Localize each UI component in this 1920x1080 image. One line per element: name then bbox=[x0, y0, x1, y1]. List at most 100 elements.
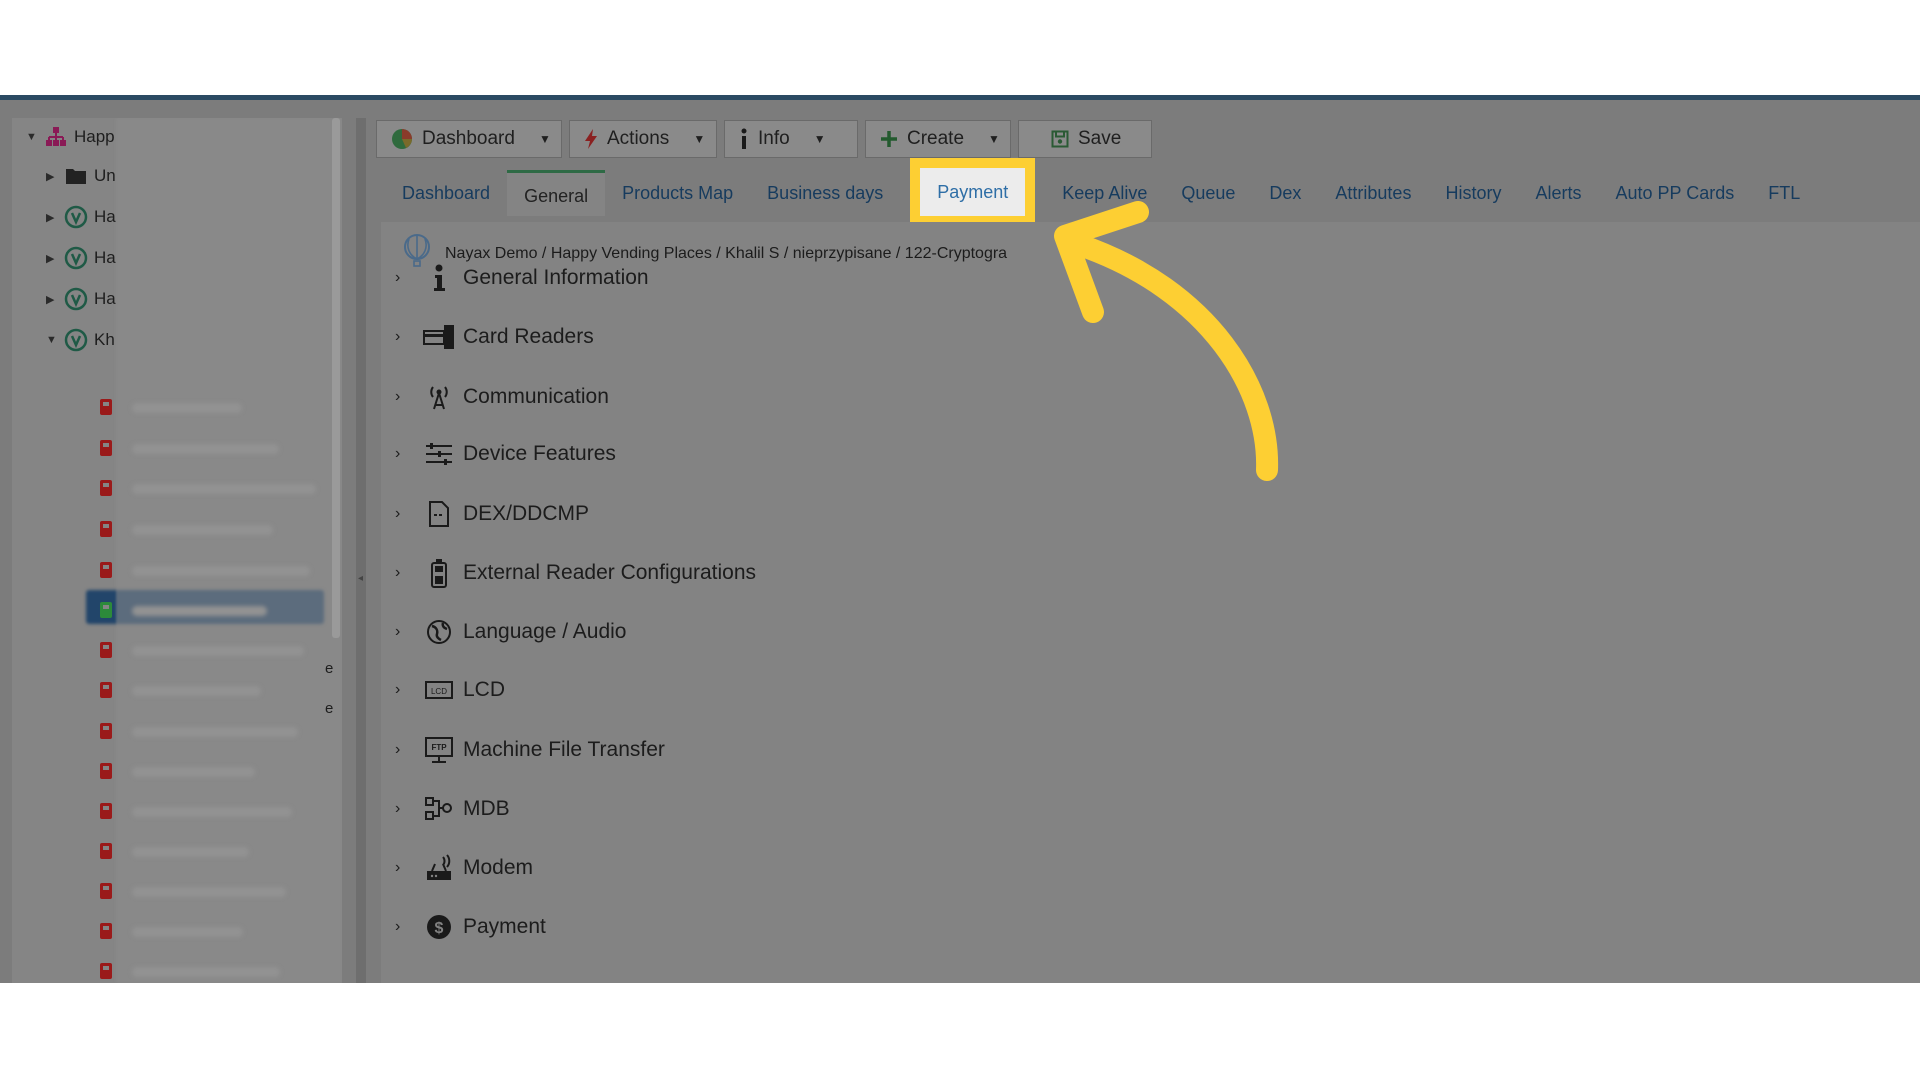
section-label: Card Readers bbox=[463, 325, 594, 348]
tab-general[interactable]: General bbox=[507, 170, 606, 216]
chevron-right-icon[interactable]: › bbox=[395, 328, 419, 346]
location-pin-icon bbox=[62, 245, 90, 271]
section-label: Payment bbox=[463, 915, 546, 938]
globe-audio-icon bbox=[419, 615, 459, 649]
chevron-right-icon[interactable]: › bbox=[395, 388, 419, 406]
create-label: Create bbox=[907, 128, 965, 149]
chevron-right-icon[interactable]: › bbox=[395, 564, 419, 582]
document-icon bbox=[419, 497, 459, 531]
expand-arrow-icon[interactable]: ▶ bbox=[46, 170, 62, 183]
chevron-right-icon[interactable]: › bbox=[395, 859, 419, 877]
tree-scrollbar[interactable] bbox=[332, 118, 340, 638]
actions-button[interactable]: Actions ▼ bbox=[569, 120, 717, 158]
splitter-grip-icon[interactable]: ◂ bbox=[358, 573, 363, 584]
section-label: MDB bbox=[463, 797, 510, 820]
create-button[interactable]: Create ▼ bbox=[865, 120, 1011, 158]
tab-attributes[interactable]: Attributes bbox=[1318, 170, 1428, 216]
chevron-right-icon[interactable]: › bbox=[395, 800, 419, 818]
section-label: Machine File Transfer bbox=[463, 738, 665, 761]
expand-arrow-icon[interactable]: ▶ bbox=[46, 252, 62, 265]
tree-node-label: Kh bbox=[94, 330, 115, 349]
tree-node-label: Ha bbox=[94, 289, 116, 308]
mdb-icon bbox=[419, 792, 459, 826]
tree-node-root[interactable]: ▼ Happ bbox=[26, 122, 115, 152]
section-mdb[interactable]: › MDB bbox=[395, 789, 510, 829]
chevron-right-icon[interactable]: › bbox=[395, 505, 419, 523]
tab-products-map[interactable]: Products Map bbox=[605, 170, 750, 216]
section-dex-ddcmp[interactable]: › DEX/DDCMP bbox=[395, 494, 589, 534]
section-language-audio[interactable]: › Language / Audio bbox=[395, 612, 627, 652]
section-label: DEX/DDCMP bbox=[463, 502, 590, 525]
tree-panel: ▼ Happ ▶ Un ▶ Ha ▶ Ha ▶ Ha ▼ Kh e e bbox=[12, 118, 342, 983]
section-label: Communication bbox=[463, 385, 609, 408]
antenna-icon bbox=[419, 380, 459, 414]
section-label: Modem bbox=[463, 856, 534, 879]
section-general-information[interactable]: › General Information bbox=[395, 258, 649, 298]
info-label: Info bbox=[758, 128, 790, 149]
tree-node[interactable]: ▶ Ha bbox=[46, 202, 116, 232]
section-label: External Reader Configurations bbox=[463, 561, 756, 584]
section-lcd[interactable]: › LCD LCD bbox=[395, 670, 505, 710]
section-device-features[interactable]: › Device Features bbox=[395, 434, 616, 474]
svg-text:FTP: FTP bbox=[431, 743, 447, 752]
section-card-readers[interactable]: › Card Readers bbox=[395, 317, 594, 357]
tree-node[interactable]: ▶ Un bbox=[46, 161, 116, 191]
panel-splitter[interactable]: ◂ bbox=[356, 118, 366, 983]
lcd-icon: LCD bbox=[419, 673, 459, 707]
pie-chart-icon bbox=[391, 128, 413, 150]
svg-text:LCD: LCD bbox=[431, 687, 447, 696]
tab-ftl[interactable]: FTL bbox=[1751, 170, 1817, 216]
tree-node[interactable]: ▶ Ha bbox=[46, 284, 116, 314]
dropdown-caret-icon[interactable]: ▼ bbox=[978, 132, 1000, 146]
dropdown-caret-icon[interactable]: ▼ bbox=[683, 132, 705, 146]
list-settings-icon bbox=[419, 437, 459, 471]
external-reader-icon bbox=[419, 556, 459, 590]
tree-node[interactable]: ▶ Ha bbox=[46, 243, 116, 273]
general-tab-content: Nayax Demo / Happy Vending Places / Khal… bbox=[381, 222, 1920, 983]
chevron-right-icon[interactable]: › bbox=[395, 741, 419, 759]
section-machine-file-transfer[interactable]: › FTP Machine File Transfer bbox=[395, 730, 665, 770]
tree-node-label: Ha bbox=[94, 248, 116, 267]
tab-history[interactable]: History bbox=[1428, 170, 1518, 216]
dropdown-caret-icon[interactable]: ▼ bbox=[804, 132, 826, 146]
tab-auto-pp-cards[interactable]: Auto PP Cards bbox=[1598, 170, 1751, 216]
collapse-arrow-icon[interactable]: ▼ bbox=[26, 131, 42, 143]
save-label: Save bbox=[1078, 128, 1122, 149]
tab-keep-alive[interactable]: Keep Alive bbox=[1045, 170, 1164, 216]
info-button[interactable]: Info ▼ bbox=[724, 120, 858, 158]
section-payment[interactable]: › $ Payment bbox=[395, 907, 546, 947]
save-button[interactable]: Save bbox=[1018, 120, 1152, 158]
chevron-right-icon[interactable]: › bbox=[395, 269, 419, 287]
section-modem[interactable]: › Modem bbox=[395, 848, 533, 888]
chevron-right-icon[interactable]: › bbox=[395, 681, 419, 699]
tab-business-days[interactable]: Business days bbox=[750, 170, 900, 216]
tab-alerts[interactable]: Alerts bbox=[1518, 170, 1598, 216]
section-communication[interactable]: › Communication bbox=[395, 377, 609, 417]
expand-arrow-icon[interactable]: ▶ bbox=[46, 211, 62, 224]
dropdown-caret-icon[interactable]: ▼ bbox=[529, 132, 551, 146]
tree-node-label: Un bbox=[94, 166, 116, 185]
dashboard-label: Dashboard bbox=[422, 128, 515, 149]
tree-node[interactable]: ▼ Kh bbox=[46, 325, 115, 355]
blurred-tree-labels bbox=[116, 118, 342, 983]
truncated-label: e bbox=[325, 659, 334, 677]
expand-arrow-icon[interactable]: ▶ bbox=[46, 293, 62, 306]
info-icon bbox=[739, 128, 749, 150]
tab-dashboard[interactable]: Dashboard bbox=[385, 170, 507, 216]
chevron-right-icon[interactable]: › bbox=[395, 918, 419, 936]
info-icon bbox=[419, 261, 459, 295]
chevron-right-icon[interactable]: › bbox=[395, 445, 419, 463]
section-external-reader-configurations[interactable]: › External Reader Configurations bbox=[395, 553, 756, 593]
ftp-icon: FTP bbox=[419, 733, 459, 767]
section-label: Language / Audio bbox=[463, 620, 627, 643]
collapse-arrow-icon[interactable]: ▼ bbox=[46, 334, 62, 346]
tab-payment[interactable]: Payment bbox=[910, 158, 1036, 226]
org-chart-icon bbox=[42, 124, 70, 150]
chevron-right-icon[interactable]: › bbox=[395, 623, 419, 641]
truncated-label: e bbox=[325, 699, 334, 717]
screen: ▼ Happ ▶ Un ▶ Ha ▶ Ha ▶ Ha ▼ Kh e e ◂ Da… bbox=[0, 0, 1920, 1080]
tab-dex[interactable]: Dex bbox=[1252, 170, 1318, 216]
tab-queue[interactable]: Queue bbox=[1164, 170, 1252, 216]
svg-text:$: $ bbox=[435, 920, 444, 937]
dashboard-button[interactable]: Dashboard ▼ bbox=[376, 120, 562, 158]
